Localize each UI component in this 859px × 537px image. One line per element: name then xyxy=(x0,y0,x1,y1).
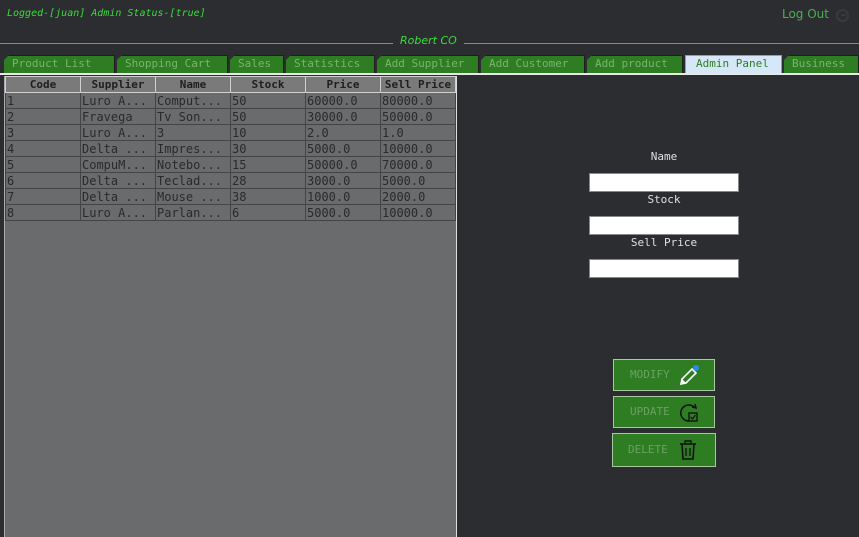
cell-name: 3 xyxy=(155,124,231,141)
cell-sell-price: 70000.0 xyxy=(380,156,456,173)
table-row[interactable]: 1 Luro A... Comput... 50 60000.0 80000.0 xyxy=(5,92,456,109)
table-row[interactable]: 6 Delta ... Teclad... 28 3000.0 5000.0 xyxy=(5,172,456,189)
cell-stock: 30 xyxy=(230,140,306,157)
update-button[interactable]: UPDATE xyxy=(613,396,715,428)
cell-code: 7 xyxy=(5,188,81,205)
cell-supplier: CompuM... xyxy=(80,156,156,173)
modify-button[interactable]: MODIFY xyxy=(613,359,715,391)
cell-name: Tv Son... xyxy=(155,108,231,125)
logout-icon[interactable] xyxy=(836,9,849,22)
tab-shopping-cart[interactable]: Shopping Cart xyxy=(117,55,228,73)
column-header-name[interactable]: Name xyxy=(155,76,231,93)
cell-stock: 15 xyxy=(230,156,306,173)
tab-admin-panel[interactable]: Admin Panel xyxy=(685,55,782,74)
delete-button-label: DELETE xyxy=(628,443,668,456)
cell-code: 5 xyxy=(5,156,81,173)
name-field[interactable] xyxy=(589,173,739,192)
tab-add-product[interactable]: Add product xyxy=(587,55,683,73)
table-row[interactable]: 4 Delta ... Impres... 30 5000.0 10000.0 xyxy=(5,140,456,157)
cell-supplier: Luro A... xyxy=(80,204,156,221)
cell-price: 2.0 xyxy=(305,124,381,141)
cell-stock: 50 xyxy=(230,108,306,125)
delete-button[interactable]: DELETE xyxy=(612,433,716,467)
cell-name: Parlan... xyxy=(155,204,231,221)
top-bar: Logged-[juan] Admin Status-[true] Log Ou… xyxy=(0,0,859,30)
column-header-sell-price[interactable]: Sell Price xyxy=(380,76,456,93)
cell-code: 6 xyxy=(5,172,81,189)
column-header-supplier[interactable]: Supplier xyxy=(80,76,156,93)
cell-code: 1 xyxy=(5,92,81,109)
cell-supplier: Luro A... xyxy=(80,124,156,141)
cell-supplier: Delta ... xyxy=(80,140,156,157)
sell-price-field[interactable] xyxy=(589,259,739,278)
column-header-code[interactable]: Code xyxy=(5,76,81,93)
cell-sell-price: 2000.0 xyxy=(380,188,456,205)
table-row[interactable]: 3 Luro A... 3 10 2.0 1.0 xyxy=(5,124,456,141)
company-name: Robert CO xyxy=(393,34,464,47)
cell-code: 3 xyxy=(5,124,81,141)
cell-sell-price: 5000.0 xyxy=(380,172,456,189)
tab-underline xyxy=(0,73,859,75)
table-row[interactable]: 7 Delta ... Mouse ... 38 1000.0 2000.0 xyxy=(5,188,456,205)
sell-price-label: Sell Price xyxy=(630,236,698,249)
cell-name: Teclad... xyxy=(155,172,231,189)
table-header-row: Code Supplier Name Stock Price Sell Pric… xyxy=(5,76,456,93)
cell-stock: 6 xyxy=(230,204,306,221)
tab-bar: Product List Shopping Cart Sales Statist… xyxy=(4,55,859,74)
cell-name: Comput... xyxy=(155,92,231,109)
tab-statistics[interactable]: Statistics xyxy=(286,55,375,73)
cell-price: 30000.0 xyxy=(305,108,381,125)
cell-supplier: Delta ... xyxy=(80,188,156,205)
table-row[interactable]: 5 CompuM... Notebo... 15 50000.0 70000.0 xyxy=(5,156,456,173)
tab-add-customer[interactable]: Add Customer xyxy=(481,55,585,73)
cell-sell-price: 50000.0 xyxy=(380,108,456,125)
login-status: Logged-[juan] Admin Status-[true] xyxy=(7,8,206,19)
stock-field[interactable] xyxy=(589,216,739,235)
column-header-stock[interactable]: Stock xyxy=(230,76,306,93)
cell-price: 50000.0 xyxy=(305,156,381,173)
cell-supplier: Fravega xyxy=(80,108,156,125)
tab-product-list[interactable]: Product List xyxy=(4,55,115,73)
column-header-price[interactable]: Price xyxy=(305,76,381,93)
logout-button[interactable]: Log Out xyxy=(782,7,829,21)
trash-icon xyxy=(676,438,700,465)
cell-sell-price: 10000.0 xyxy=(380,140,456,157)
modify-button-label: MODIFY xyxy=(630,368,670,381)
product-table-panel[interactable]: Code Supplier Name Stock Price Sell Pric… xyxy=(4,76,457,537)
table-row[interactable]: 2 Fravega Tv Son... 50 30000.0 50000.0 xyxy=(5,108,456,125)
update-button-label: UPDATE xyxy=(630,405,670,418)
cell-name: Mouse ... xyxy=(155,188,231,205)
cell-name: Notebo... xyxy=(155,156,231,173)
cell-price: 3000.0 xyxy=(305,172,381,189)
cell-name: Impres... xyxy=(155,140,231,157)
cell-stock: 50 xyxy=(230,92,306,109)
cell-stock: 10 xyxy=(230,124,306,141)
cell-stock: 28 xyxy=(230,172,306,189)
cell-supplier: Delta ... xyxy=(80,172,156,189)
cell-price: 5000.0 xyxy=(305,204,381,221)
product-table[interactable]: Code Supplier Name Stock Price Sell Pric… xyxy=(5,76,456,221)
cell-stock: 38 xyxy=(230,188,306,205)
edit-product-form: Name Stock Sell Price xyxy=(589,150,739,286)
pencil-icon xyxy=(677,364,701,391)
tab-sales[interactable]: Sales xyxy=(230,55,284,73)
refresh-icon xyxy=(677,401,701,428)
cell-price: 1000.0 xyxy=(305,188,381,205)
stock-label: Stock xyxy=(647,193,681,206)
cell-code: 4 xyxy=(5,140,81,157)
cell-sell-price: 1.0 xyxy=(380,124,456,141)
tab-add-supplier[interactable]: Add Supplier xyxy=(377,55,479,73)
cell-sell-price: 80000.0 xyxy=(380,92,456,109)
cell-code: 2 xyxy=(5,108,81,125)
tab-business[interactable]: Business xyxy=(784,55,859,73)
name-label: Name xyxy=(650,150,678,163)
cell-code: 8 xyxy=(5,204,81,221)
cell-sell-price: 10000.0 xyxy=(380,204,456,221)
cell-price: 5000.0 xyxy=(305,140,381,157)
cell-supplier: Luro A... xyxy=(80,92,156,109)
table-row[interactable]: 8 Luro A... Parlan... 6 5000.0 10000.0 xyxy=(5,204,456,221)
cell-price: 60000.0 xyxy=(305,92,381,109)
